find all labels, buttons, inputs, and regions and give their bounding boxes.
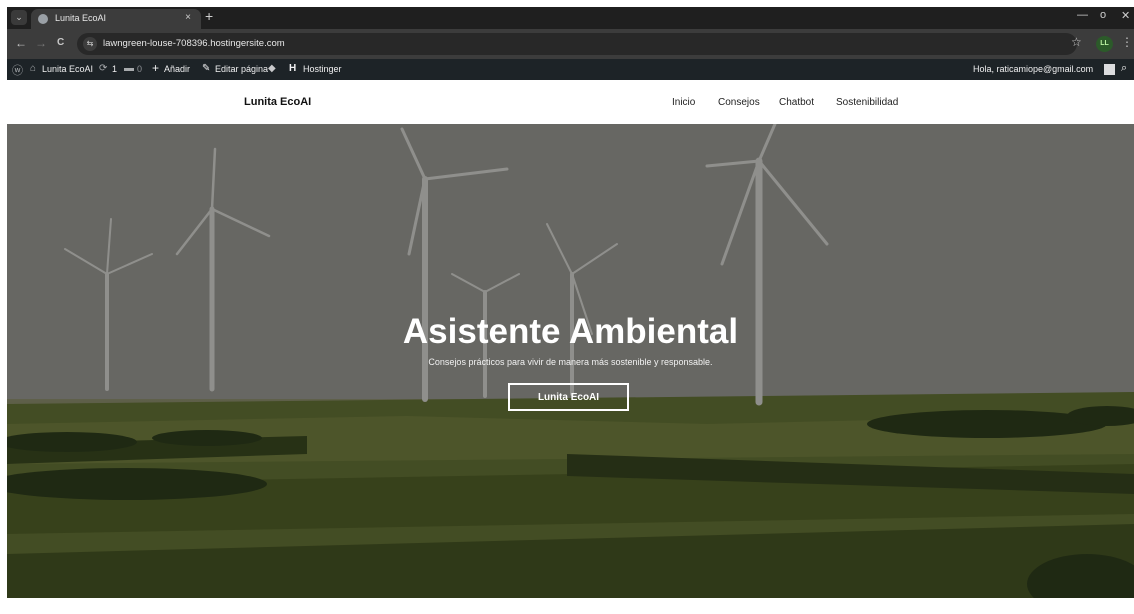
updates-count[interactable]: 1 bbox=[112, 64, 117, 74]
page-bottom-area bbox=[0, 598, 1134, 614]
menu-item-inicio[interactable]: Inicio bbox=[672, 97, 695, 108]
url-text[interactable]: lawngreen-louse-708396.hostingersite.com bbox=[103, 38, 285, 49]
plus-icon[interactable]: + bbox=[152, 61, 159, 75]
add-new-link[interactable]: Añadir bbox=[164, 64, 190, 74]
profile-avatar[interactable]: LL bbox=[1096, 36, 1113, 52]
admin-search-icon[interactable]: ⌕ bbox=[1121, 62, 1127, 75]
tab-title: Lunita EcoAI bbox=[55, 13, 107, 23]
site-header: Lunita EcoAI Inicio Consejos Chatbot Sos… bbox=[7, 80, 1134, 124]
wordpress-logo-icon[interactable]: ⓦ bbox=[12, 62, 23, 78]
browser-tab[interactable]: Lunita EcoAI × bbox=[31, 9, 201, 29]
hostinger-link[interactable]: Hostinger bbox=[303, 64, 342, 74]
minimize-icon[interactable]: — bbox=[1077, 9, 1088, 21]
tab-search-icon[interactable]: ⌄ bbox=[11, 10, 27, 25]
updates-icon[interactable]: ⟳ bbox=[99, 63, 107, 74]
comments-icon[interactable]: ▬ bbox=[124, 63, 134, 74]
hero-title: Asistente Ambiental bbox=[402, 312, 739, 351]
new-tab-icon[interactable]: + bbox=[205, 8, 213, 24]
tab-strip: ⌄ Lunita EcoAI × + — ᴏ ✕ bbox=[7, 7, 1134, 29]
diamond-icon[interactable]: ◆ bbox=[268, 63, 276, 74]
hero-section: Asistente Ambiental Consejos prácticos p… bbox=[7, 124, 1134, 598]
edit-page-link[interactable]: Editar página bbox=[215, 64, 268, 74]
menu-item-consejos[interactable]: Consejos bbox=[718, 97, 760, 108]
tab-close-icon[interactable]: × bbox=[185, 12, 191, 23]
address-bar[interactable]: ⇆ lawngreen-louse-708396.hostingersite.c… bbox=[77, 33, 1077, 55]
page-margin-left bbox=[0, 0, 7, 614]
bookmark-star-icon[interactable]: ☆ bbox=[1071, 35, 1082, 49]
reload-icon[interactable]: C bbox=[57, 37, 64, 48]
admin-avatar[interactable] bbox=[1104, 64, 1115, 75]
pencil-icon[interactable]: ✎ bbox=[202, 63, 210, 74]
site-info-icon[interactable]: ⇆ bbox=[83, 37, 97, 51]
hostinger-logo-icon[interactable]: H bbox=[289, 63, 296, 74]
hero-subtitle: Consejos prácticos para vivir de manera … bbox=[428, 357, 713, 367]
page-margin-top bbox=[0, 0, 1134, 7]
menu-item-sostenibilidad[interactable]: Sostenibilidad bbox=[836, 97, 898, 108]
maximize-icon[interactable]: ᴏ bbox=[1100, 9, 1106, 21]
browser-menu-icon[interactable]: ⋮ bbox=[1121, 35, 1133, 49]
browser-toolbar: ← → C ⇆ lawngreen-louse-708396.hostinger… bbox=[7, 29, 1134, 59]
close-window-icon[interactable]: ✕ bbox=[1121, 9, 1130, 22]
back-icon[interactable]: ← bbox=[15, 36, 27, 50]
browser-chrome: ⌄ Lunita EcoAI × + — ᴏ ✕ ← → C ⇆ lawngre… bbox=[7, 7, 1134, 80]
admin-site-name[interactable]: Lunita EcoAI bbox=[42, 64, 93, 74]
hero-cta-button[interactable]: Lunita EcoAI bbox=[508, 383, 629, 411]
favicon-icon bbox=[38, 14, 48, 24]
comments-count[interactable]: 0 bbox=[137, 64, 142, 74]
wordpress-admin-bar: ⓦ ⌂ Lunita EcoAI ⟳ 1 ▬ 0 + Añadir ✎ Edit… bbox=[7, 59, 1134, 80]
forward-icon[interactable]: → bbox=[35, 36, 47, 50]
menu-item-chatbot[interactable]: Chatbot bbox=[779, 97, 814, 108]
admin-greeting[interactable]: Hola, raticamiope@gmail.com bbox=[973, 64, 1093, 74]
site-brand[interactable]: Lunita EcoAI bbox=[244, 96, 311, 108]
site-home-icon[interactable]: ⌂ bbox=[30, 63, 36, 74]
